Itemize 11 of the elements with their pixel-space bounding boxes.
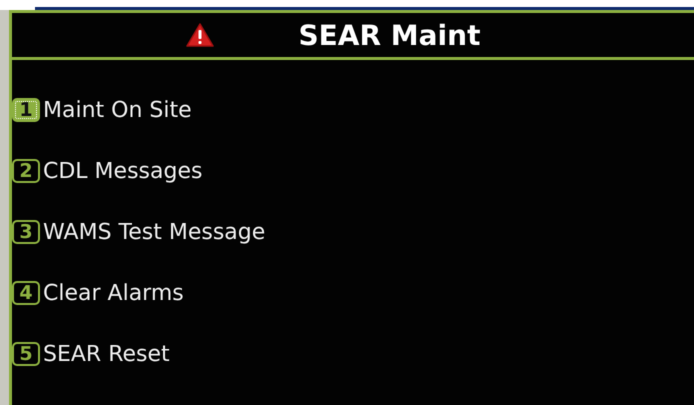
menu-item[interactable]: 2 CDL Messages bbox=[12, 152, 694, 190]
key-badge: 1 bbox=[12, 98, 40, 122]
menu-item[interactable]: 3 WAMS Test Message bbox=[12, 213, 694, 251]
key-badge: 2 bbox=[12, 159, 40, 183]
key-badge: 3 bbox=[12, 220, 40, 244]
key-badge: 4 bbox=[12, 281, 40, 305]
key-badge: 5 bbox=[12, 342, 40, 366]
menu-item[interactable]: 1 Maint On Site bbox=[12, 91, 694, 129]
menu-item[interactable]: 5 SEAR Reset bbox=[12, 335, 694, 373]
screen-title: SEAR Maint bbox=[298, 18, 480, 52]
menu-item[interactable]: 4 Clear Alarms bbox=[12, 274, 694, 312]
